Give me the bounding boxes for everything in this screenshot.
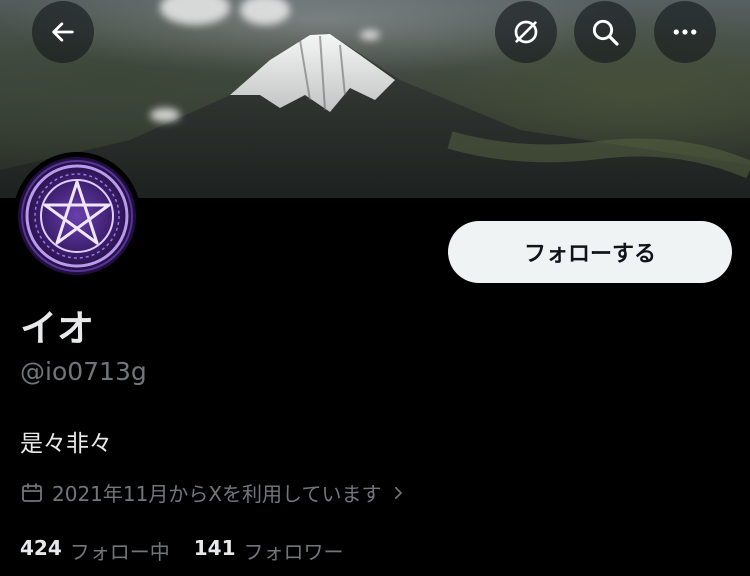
- profile-bio: 是々非々: [20, 431, 112, 457]
- translate-button[interactable]: [495, 1, 557, 63]
- avatar[interactable]: [13, 152, 141, 280]
- follow-stats: 424 フォロー中 141 フォロワー: [20, 536, 344, 565]
- following-link[interactable]: 424 フォロー中: [20, 536, 170, 565]
- join-date-row[interactable]: 2021年11月からXを利用しています: [20, 478, 407, 507]
- display-name: イオ: [20, 307, 94, 350]
- user-handle: @io0713g: [20, 357, 147, 386]
- following-count: 424: [20, 536, 62, 560]
- more-button[interactable]: [654, 1, 716, 63]
- following-label: フォロー中: [69, 540, 170, 564]
- no-sync-icon: [514, 20, 538, 44]
- followers-link[interactable]: 141 フォロワー: [194, 536, 344, 565]
- join-date-text: 2021年11月からXを利用しています: [52, 482, 382, 506]
- pentagram-icon: [21, 160, 133, 272]
- follow-button[interactable]: フォローする: [448, 221, 732, 283]
- followers-count: 141: [193, 536, 236, 560]
- calendar-icon: [22, 482, 42, 502]
- search-icon: [592, 19, 619, 46]
- chevron-right-icon: [395, 486, 403, 499]
- more-icon: [673, 29, 697, 35]
- followers-label: フォロワー: [243, 540, 344, 564]
- search-button[interactable]: [574, 1, 636, 63]
- arrow-left-icon: [52, 22, 74, 42]
- back-button[interactable]: [32, 1, 94, 63]
